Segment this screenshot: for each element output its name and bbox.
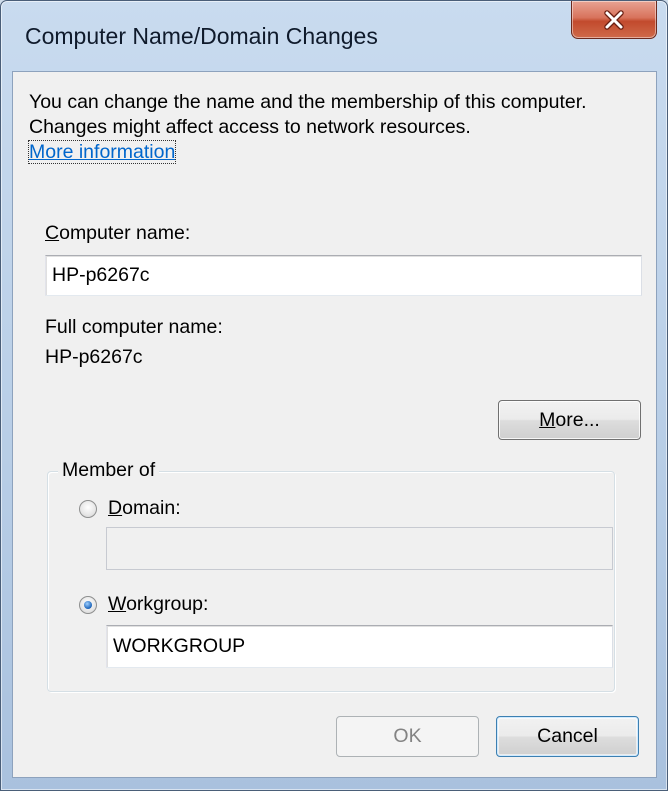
domain-radio[interactable] (79, 500, 97, 518)
radio-selected-dot (84, 601, 92, 609)
computer-name-input[interactable] (45, 255, 642, 296)
more-button[interactable]: More... (498, 400, 641, 440)
more-information-link[interactable]: More information (27, 140, 177, 164)
domain-input[interactable] (106, 527, 613, 570)
description-body: You can change the name and the membersh… (29, 91, 587, 138)
member-of-legend: Member of (58, 459, 160, 482)
domain-label[interactable]: Domain: (108, 497, 181, 520)
full-computer-name-label: Full computer name: (45, 316, 223, 338)
close-button[interactable] (571, 1, 657, 39)
full-computer-name-value: HP-p6267c (45, 346, 143, 368)
workgroup-label[interactable]: Workgroup: (108, 593, 208, 616)
workgroup-input[interactable] (106, 625, 613, 668)
description-text: You can change the name and the membersh… (27, 90, 639, 165)
computer-name-label: Computer name: (45, 222, 191, 244)
ok-button[interactable]: OK (336, 716, 479, 757)
window-title: Computer Name/Domain Changes (25, 23, 378, 49)
title-bar[interactable]: Computer Name/Domain Changes (1, 1, 667, 71)
close-icon (604, 9, 624, 30)
cancel-button[interactable]: Cancel (496, 716, 639, 757)
workgroup-radio[interactable] (79, 596, 97, 614)
